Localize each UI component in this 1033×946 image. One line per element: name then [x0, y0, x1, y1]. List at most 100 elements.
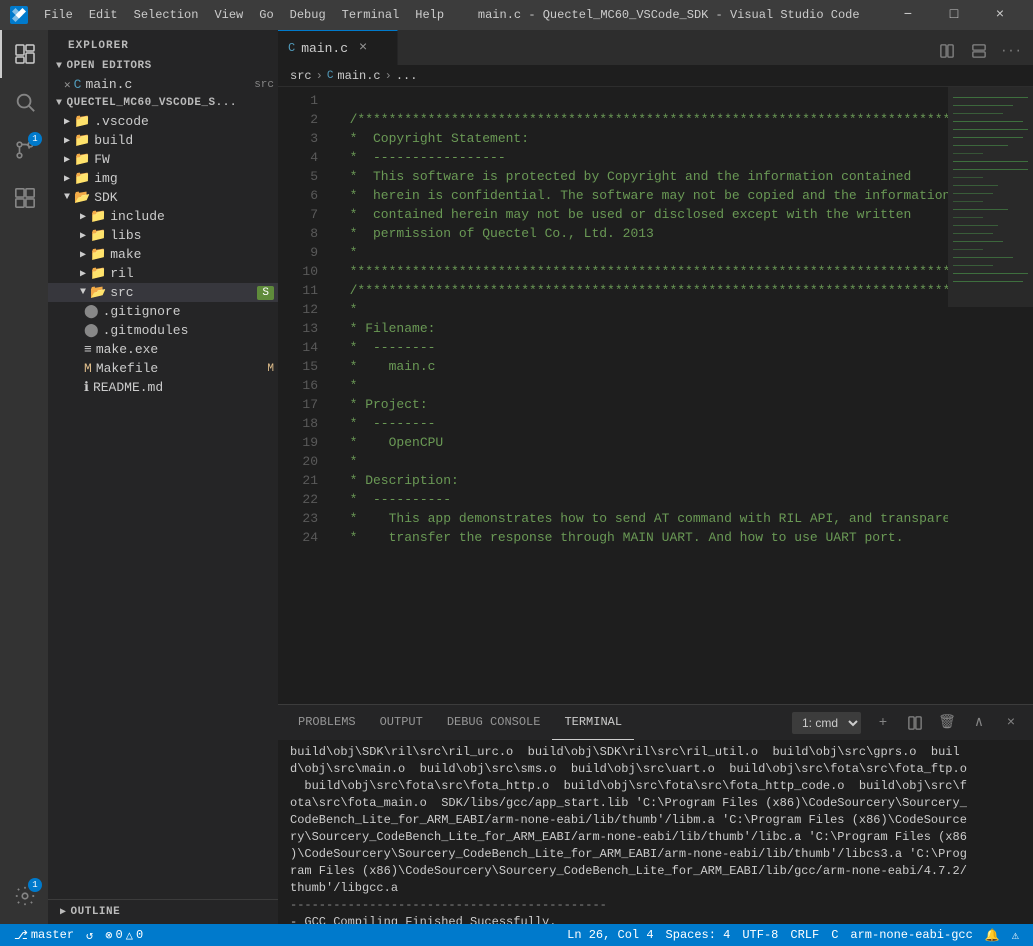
- open-editors-header[interactable]: ▼ OPEN EDITORS: [48, 57, 278, 75]
- code-line: * Filename:: [334, 319, 940, 338]
- folder-fw-icon: 📁: [74, 152, 90, 167]
- cursor-position[interactable]: Ln 26, Col 4: [561, 924, 659, 946]
- fw-arrow: ▶: [64, 154, 70, 166]
- compiler-status[interactable]: arm-none-eabi-gcc: [844, 924, 978, 946]
- tab-main-c[interactable]: C main.c ×: [278, 30, 398, 65]
- folder-make-icon: 📁: [90, 247, 106, 262]
- libs-arrow: ▶: [80, 230, 86, 242]
- more-actions-button[interactable]: ···: [997, 37, 1025, 65]
- problems-tab[interactable]: PROBLEMS: [286, 705, 368, 740]
- debug-console-tab[interactable]: DEBUG CONSOLE: [435, 705, 553, 740]
- folder-img[interactable]: ▶ 📁 img: [48, 169, 278, 188]
- breadcrumb-src[interactable]: src: [290, 69, 312, 83]
- errors-status[interactable]: ⊗ 0 △ 0: [99, 924, 149, 946]
- file-makeexe[interactable]: ≡ make.exe: [48, 340, 278, 359]
- folder-src-label: src: [110, 285, 257, 300]
- encoding-status[interactable]: UTF-8: [736, 924, 784, 946]
- code-line: * permission of Quectel Co., Ltd. 2013: [334, 224, 940, 243]
- delete-terminal-button[interactable]: 🗑: [933, 709, 961, 737]
- folder-ril-icon: 📁: [90, 266, 106, 281]
- menu-debug[interactable]: Debug: [282, 4, 334, 26]
- open-editor-filename: main.c: [85, 77, 254, 92]
- feedback-status[interactable]: 🔔: [979, 924, 1006, 946]
- terminal-content[interactable]: build\obj\SDK\ril\src\ril_urc.o build\ob…: [278, 740, 1033, 924]
- folder-include-icon: 📁: [90, 209, 106, 224]
- file-makefile[interactable]: M Makefile M: [48, 359, 278, 378]
- sync-status[interactable]: ↺: [80, 924, 99, 946]
- git-branch-status[interactable]: ⎇ master: [8, 924, 80, 946]
- folder-make[interactable]: ▶ 📁 make: [48, 245, 278, 264]
- git-icon: ⎇: [14, 928, 28, 943]
- close-icon[interactable]: ✕: [64, 78, 71, 92]
- terminal-tab[interactable]: TERMINAL: [552, 705, 634, 740]
- folder-build[interactable]: ▶ 📁 build: [48, 131, 278, 150]
- editor-layout-button[interactable]: [965, 37, 993, 65]
- close-button[interactable]: ×: [977, 0, 1023, 30]
- sidebar-title: EXPLORER: [48, 30, 278, 57]
- minimize-button[interactable]: −: [885, 0, 931, 30]
- folder-include[interactable]: ▶ 📁 include: [48, 207, 278, 226]
- notification-icon: ⚠: [1012, 928, 1019, 943]
- folder-fw[interactable]: ▶ 📁 FW: [48, 150, 278, 169]
- explorer-activity-icon[interactable]: [0, 30, 48, 78]
- makefile-label: Makefile: [96, 361, 268, 376]
- project-header[interactable]: ▼ QUECTEL_MC60_VSCODE_S...: [48, 94, 278, 112]
- ellipsis-icon: ···: [1000, 44, 1022, 58]
- folder-ril[interactable]: ▶ 📁 ril: [48, 264, 278, 283]
- file-gitignore[interactable]: ⬤ .gitignore: [48, 302, 278, 321]
- source-control-activity-icon[interactable]: 1: [0, 126, 48, 174]
- menu-help[interactable]: Help: [407, 4, 452, 26]
- explorer-section: ▼ OPEN EDITORS ✕ C main.c src ▼ QUECTEL_…: [48, 57, 278, 899]
- settings-activity-icon[interactable]: 1: [0, 872, 48, 920]
- split-terminal-button[interactable]: [901, 709, 929, 737]
- menu-edit[interactable]: Edit: [81, 4, 126, 26]
- file-readme[interactable]: ℹ README.md: [48, 378, 278, 397]
- menu-terminal[interactable]: Terminal: [334, 4, 408, 26]
- output-tab[interactable]: OUTPUT: [368, 705, 435, 740]
- maximize-panel-button[interactable]: ∧: [965, 709, 993, 737]
- close-panel-button[interactable]: ×: [997, 709, 1025, 737]
- search-activity-icon[interactable]: [0, 78, 48, 126]
- status-bar: ⎇ master ↺ ⊗ 0 △ 0 Ln 26, Col 4 Spaces: …: [0, 924, 1033, 946]
- code-editor[interactable]: /***************************************…: [326, 87, 948, 704]
- outline-section[interactable]: ▶ OUTLINE: [48, 899, 278, 924]
- open-editor-main-c[interactable]: ✕ C main.c src: [48, 75, 278, 94]
- folder-build-label: build: [94, 133, 278, 148]
- language-text: C: [831, 928, 838, 942]
- spaces-status[interactable]: Spaces: 4: [660, 924, 737, 946]
- notification-status[interactable]: ⚠: [1006, 924, 1025, 946]
- extensions-activity-icon[interactable]: [0, 174, 48, 222]
- warning-count: 0: [136, 928, 143, 942]
- folder-src[interactable]: ▼ 📂 src S: [48, 283, 278, 302]
- code-line: * contained herein may not be used or di…: [334, 205, 940, 224]
- maximize-button[interactable]: □: [931, 0, 977, 30]
- tab-close-icon[interactable]: ×: [354, 39, 372, 57]
- menu-go[interactable]: Go: [251, 4, 281, 26]
- title-bar: File Edit Selection View Go Debug Termin…: [0, 0, 1033, 30]
- folder-ril-label: ril: [110, 266, 278, 281]
- menu-view[interactable]: View: [206, 4, 251, 26]
- file-gitmodules[interactable]: ⬤ .gitmodules: [48, 321, 278, 340]
- split-editor-button[interactable]: [933, 37, 961, 65]
- add-terminal-button[interactable]: +: [869, 709, 897, 737]
- tab-main-c-label: main.c: [301, 41, 348, 56]
- menu-selection[interactable]: Selection: [126, 4, 207, 26]
- folder-vscode[interactable]: ▶ 📁 .vscode: [48, 112, 278, 131]
- code-line: * This software is protected by Copyrigh…: [334, 167, 940, 186]
- menu-file[interactable]: File: [36, 4, 81, 26]
- folder-sdk[interactable]: ▼ 📂 SDK: [48, 188, 278, 207]
- sdk-arrow: ▼: [64, 192, 70, 203]
- terminal-dropdown[interactable]: 1: cmd: [792, 712, 861, 734]
- gitignore-label: .gitignore: [103, 304, 278, 319]
- spaces-text: Spaces: 4: [666, 928, 731, 942]
- language-status[interactable]: C: [825, 924, 844, 946]
- folder-src-icon: 📂: [90, 285, 106, 300]
- code-line: * ----------: [334, 490, 940, 509]
- folder-img-icon: 📁: [74, 171, 90, 186]
- breadcrumb-file[interactable]: main.c: [337, 69, 380, 83]
- outline-label: OUTLINE: [71, 906, 121, 918]
- folder-libs[interactable]: ▶ 📁 libs: [48, 226, 278, 245]
- breadcrumb-ellipsis[interactable]: ...: [396, 69, 418, 83]
- line-ending-status[interactable]: CRLF: [784, 924, 825, 946]
- gitmodules-icon: ⬤: [84, 323, 99, 338]
